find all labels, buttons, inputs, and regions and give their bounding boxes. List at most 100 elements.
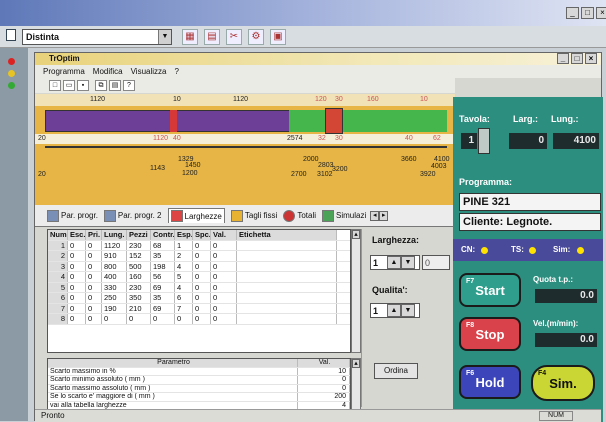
table-cell[interactable]: 0 [86,303,102,313]
param-value[interactable]: 200 [298,393,350,401]
table-cell[interactable]: 0 [193,261,211,271]
arrow-up-icon[interactable]: ▲ [387,304,401,317]
table-cell[interactable]: 350 [127,293,151,303]
larghezza-value[interactable]: 1 [371,258,387,268]
calculator-icon[interactable]: ▦ [182,29,198,45]
menu-visualizza[interactable]: Visualizza [131,65,167,78]
menu-modifica[interactable]: Modifica [93,65,123,78]
table-cell[interactable]: 0 [86,251,102,261]
inner-close-button[interactable]: × [585,53,597,64]
arrow-up-icon[interactable]: ▲ [387,256,401,269]
outer-maximize-button[interactable]: □ [581,7,594,19]
table-cell[interactable]: 400 [102,272,127,282]
table-cell[interactable]: 250 [102,293,127,303]
table-cell[interactable]: 4 [48,272,68,282]
copy-icon[interactable]: ⧉ [95,80,107,91]
table-cell[interactable]: 0 [175,314,193,324]
table-cell[interactable] [237,303,337,313]
table-cell[interactable]: 0 [86,272,102,282]
table-cell[interactable]: 0 [68,272,86,282]
stop-button[interactable]: F8 Stop [459,317,521,351]
larghezza-extra-field[interactable]: 0 [422,255,450,270]
inner-minimize-button[interactable]: _ [557,53,569,64]
table-cell[interactable]: 0 [211,282,237,292]
table-cell[interactable]: 7 [48,303,68,313]
table-cell[interactable]: 0 [193,282,211,292]
param-row[interactable]: Scarto massimo in % 10 [48,367,350,376]
table-cell[interactable]: 500 [127,261,151,271]
table-cell[interactable]: 2 [48,251,68,261]
table-cell[interactable]: 1120 [102,240,127,250]
table-cell[interactable]: 4 [175,261,193,271]
param-row[interactable]: Se lo scarto e' maggiore di ( mm ) 200 [48,393,350,402]
tab-tagli-fissi[interactable]: Tagli fissi [230,209,277,222]
table-cell[interactable]: 0 [68,261,86,271]
inner-maximize-button[interactable]: □ [571,53,583,64]
table-cell[interactable]: 160 [127,272,151,282]
table-cell[interactable]: 0 [68,293,86,303]
table-cell[interactable]: 190 [102,303,127,313]
table-cell[interactable] [237,261,337,271]
table-cell[interactable]: 3 [48,261,68,271]
print-icon[interactable]: ▤ [109,80,121,91]
table-cell[interactable]: 0 [193,272,211,282]
table-cell[interactable]: 0 [211,314,237,324]
table-cell[interactable]: 0 [86,282,102,292]
table-row[interactable]: 2 0 0 910 152 35 2 0 0 [48,251,350,262]
table-cell[interactable] [237,251,337,261]
param-value[interactable]: 0 [298,376,350,384]
chevron-down-icon[interactable]: ▼ [158,30,171,44]
param-value[interactable]: 0 [298,384,350,392]
table-cell[interactable]: 0 [86,293,102,303]
start-button[interactable]: F7 Start [459,273,521,307]
table-cell[interactable]: 0 [193,293,211,303]
table-cell[interactable]: 0 [68,282,86,292]
table-cell[interactable] [237,293,337,303]
table-cell[interactable]: 0 [211,261,237,271]
table-cell[interactable]: 69 [151,303,175,313]
table-cell[interactable]: 6 [48,293,68,303]
table-cell[interactable]: 0 [151,314,175,324]
table-cell[interactable]: 35 [151,293,175,303]
cut-icon[interactable]: ✂ [226,29,242,45]
table-cell[interactable] [237,282,337,292]
table-cell[interactable] [237,314,337,324]
arrow-down-icon[interactable]: ▼ [401,256,415,269]
menu-help[interactable]: ? [174,65,178,78]
scroll-up-icon[interactable]: ▴ [352,359,360,368]
ordina-button[interactable]: Ordina [374,363,418,379]
scroll-up-icon[interactable]: ▴ [352,230,360,239]
tavola-spinner[interactable] [478,128,490,154]
param-value[interactable]: 4 [298,401,350,409]
param-row[interactable]: Scarto massimo assoluto ( mm ) 0 [48,384,350,393]
table-cell[interactable]: 56 [151,272,175,282]
table-row[interactable]: 800000000 [48,314,350,325]
table-cell[interactable]: 5 [48,282,68,292]
tab-par-progr-2[interactable]: Par. progr. 2 [103,209,162,222]
qualita-value[interactable]: 1 [371,306,387,316]
table-cell[interactable]: 0 [193,251,211,261]
table-cell[interactable]: 0 [86,240,102,250]
menu-programma[interactable]: Programma [43,65,85,78]
table-cell[interactable]: 68 [151,240,175,250]
table-cell[interactable]: 1 [175,240,193,250]
table-row[interactable]: 7 0 0 190 210 69 7 0 0 [48,303,350,314]
table-cell[interactable]: 0 [68,314,86,324]
table-cell[interactable]: 4 [175,282,193,292]
table-cell[interactable]: 0 [102,314,127,324]
table-cell[interactable]: 0 [193,303,211,313]
table-cell[interactable]: 0 [211,251,237,261]
tab-par-progr[interactable]: Par. progr. [47,209,98,222]
table-cell[interactable]: 35 [151,251,175,261]
table-cell[interactable]: 0 [211,303,237,313]
table-cell[interactable]: 0 [68,303,86,313]
print-icon[interactable]: ▣ [270,29,286,45]
table-cell[interactable]: 8 [48,314,68,324]
table-cell[interactable] [237,240,337,250]
help-icon[interactable]: ? [123,80,135,91]
table-cell[interactable]: 0 [193,314,211,324]
table-row[interactable]: 5 0 0 330 230 69 4 0 0 [48,282,350,293]
table-cell[interactable]: 7 [175,303,193,313]
table-scrollbar[interactable]: ▴ [351,229,361,353]
table-row[interactable]: 3 0 0 800 500 198 4 0 0 [48,261,350,272]
